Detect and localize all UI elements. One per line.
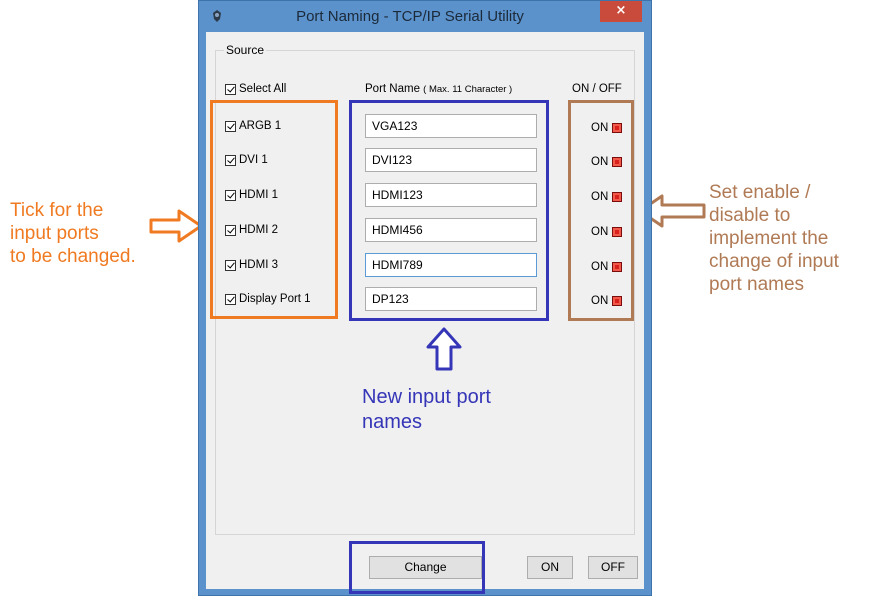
close-button[interactable]: × — [600, 1, 642, 22]
annotation-tick-text: Tick for the input ports to be changed. — [10, 200, 136, 267]
on-button[interactable]: ON — [527, 556, 573, 579]
annotation-change-box — [349, 541, 485, 594]
checkbox-icon — [225, 83, 236, 95]
onoff-header: ON / OFF — [572, 83, 622, 95]
annotation-port-name-box — [349, 100, 549, 321]
port-name-hint: ( Max. 11 Character ) — [423, 84, 513, 95]
arrow-right-icon — [149, 209, 203, 243]
port-name-header: Port Name ( Max. 11 Character ) — [365, 83, 513, 95]
annotation-enable-text: Set enable / disable to implement the ch… — [709, 182, 839, 295]
select-all-label: Select All — [239, 83, 287, 95]
annotation-new-names-text: New input port names — [362, 386, 491, 433]
annotation-checkbox-box — [210, 100, 338, 319]
annotation-onoff-box — [568, 100, 634, 321]
window-title: Port Naming - TCP/IP Serial Utility — [296, 8, 524, 25]
select-all-checkbox[interactable]: Select All — [225, 81, 286, 97]
source-group-label: Source — [224, 43, 267, 57]
off-button[interactable]: OFF — [588, 556, 638, 579]
arrow-up-icon — [426, 327, 462, 371]
title-bar[interactable]: Port Naming - TCP/IP Serial Utility × — [199, 1, 651, 32]
